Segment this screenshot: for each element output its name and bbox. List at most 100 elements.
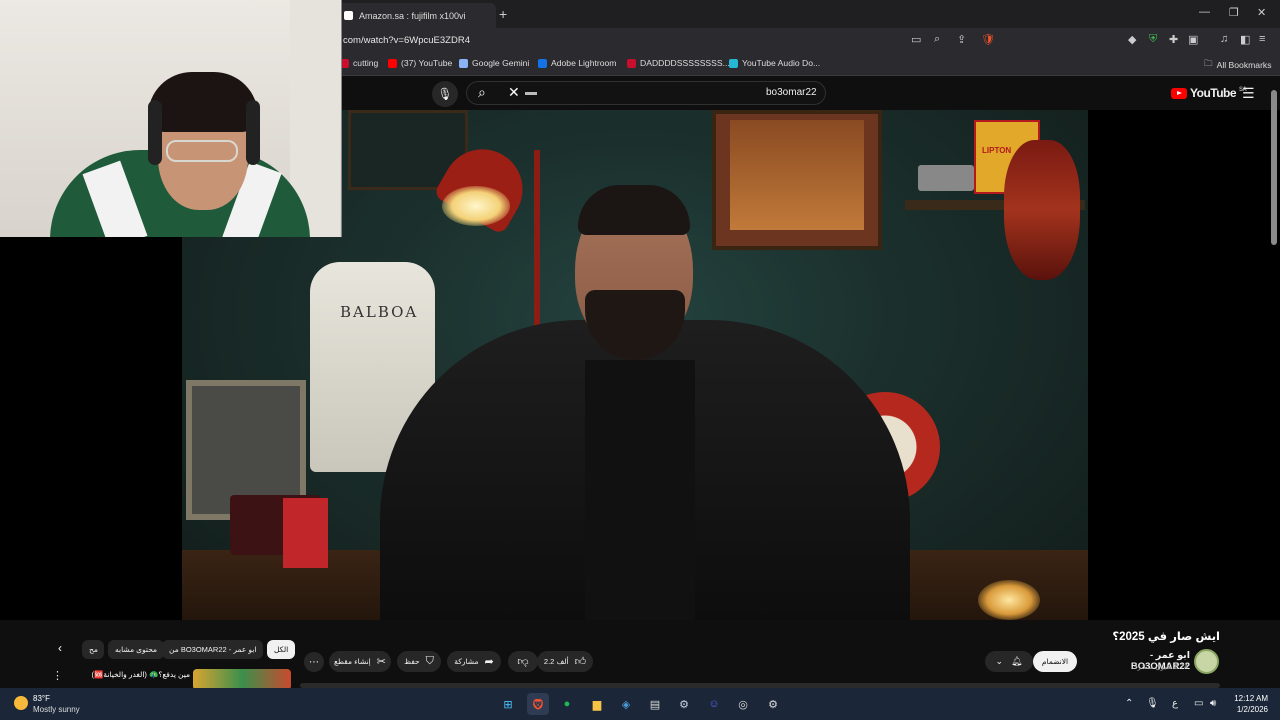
- steam-icon[interactable]: ⚙: [673, 693, 695, 715]
- tray-mic-icon[interactable]: 🎙︎: [1146, 698, 1159, 709]
- clear-search-icon[interactable]: ✕: [508, 84, 520, 101]
- recommended-title[interactable]: مين يدفع؟🦚 (الغدر والخيانة🆘): [92, 670, 190, 679]
- join-button[interactable]: الانضمام: [1033, 651, 1077, 672]
- browser-menu-icon[interactable]: ≡: [1259, 33, 1265, 45]
- save-button[interactable]: حفظ ⛉: [397, 651, 441, 672]
- thumbs-down-icon: 👎︎: [517, 656, 529, 668]
- minimize-icon[interactable]: —: [1199, 6, 1210, 18]
- thumbs-up-icon: 👍︎: [574, 656, 587, 668]
- url-field[interactable]: com/watch?v=6WpcuE3ZDR4: [343, 35, 470, 46]
- headphone-left: [148, 100, 162, 165]
- lightroom-icon: [538, 58, 547, 68]
- bookmark-audio[interactable]: YouTube Audio Do...: [729, 58, 820, 68]
- windows-taskbar: [0, 688, 1280, 720]
- bookmark-youtube[interactable]: (37) YouTube: [388, 58, 452, 68]
- discord-icon[interactable]: ☺: [703, 693, 725, 715]
- tray-chevron-up-icon[interactable]: ⌃: [1125, 698, 1133, 709]
- share-page-icon[interactable]: ⇪: [957, 33, 966, 46]
- browser-tab[interactable]: Amazon.sa : fujifilm x100vi: [336, 3, 496, 28]
- bookmark-lightroom[interactable]: Adobe Lightroom: [538, 58, 616, 68]
- bookmark-daddd[interactable]: DADDDDSSSSSSSS...: [627, 58, 730, 68]
- share-button[interactable]: مشاركة ➦: [447, 651, 501, 672]
- subscribe-bell-button[interactable]: ⌄ 🔔︎: [985, 651, 1033, 672]
- headphone-right: [246, 100, 260, 165]
- clock-date: 1/2/2026: [1236, 705, 1268, 714]
- page-scrollbar[interactable]: [1271, 90, 1277, 245]
- youtube-play-icon: [1171, 87, 1187, 99]
- glasses: [166, 140, 238, 162]
- dislike-button[interactable]: 👎︎: [508, 651, 538, 672]
- bell-icon: 🔔︎: [1011, 656, 1023, 666]
- audio-library-icon: [729, 58, 738, 68]
- gemini-star-icon: [459, 58, 468, 68]
- weather-sun-icon[interactable]: [14, 696, 28, 710]
- network-icon[interactable]: ▭: [1194, 698, 1203, 709]
- youtube-logo-text: YouTube: [1190, 86, 1237, 100]
- bookmark-label: Google Gemini: [472, 58, 530, 68]
- vpn-shield-icon[interactable]: ⛨: [1149, 33, 1157, 46]
- painting-canvas: [730, 120, 864, 230]
- spotify-icon[interactable]: ●: [556, 693, 578, 715]
- chip-related[interactable]: محتوى مشابه: [108, 640, 165, 659]
- taskbar-clock[interactable]: 12:12 AM 1/2/2026: [1220, 693, 1268, 715]
- scissors-icon: ✂: [376, 656, 386, 668]
- hamburger-menu-icon[interactable]: ☰: [1242, 85, 1255, 102]
- bookmark-gemini[interactable]: Google Gemini: [459, 58, 529, 68]
- like-button[interactable]: 2.2 ألف 👍︎: [537, 651, 593, 672]
- brave-browser-icon[interactable]: 🦁︎: [527, 693, 549, 715]
- extension-diamond-icon[interactable]: ◆: [1128, 33, 1136, 46]
- sidebar-panel-icon[interactable]: ▣: [1188, 33, 1198, 46]
- obs-icon[interactable]: ◎: [732, 693, 754, 715]
- webcam-overlay: [0, 0, 342, 237]
- voice-search-mic-icon[interactable]: 🎙: [432, 81, 458, 107]
- search-value: bo3omar22: [766, 87, 817, 98]
- more-actions-button[interactable]: ⋯: [304, 652, 324, 672]
- webcam-hair: [148, 72, 258, 132]
- bookmark-cutting[interactable]: cutting: [340, 58, 378, 68]
- weather-condition[interactable]: Mostly sunny: [33, 705, 80, 714]
- side-panel-icon[interactable]: ◧: [1240, 33, 1250, 46]
- clock-time: 12:12 AM: [1234, 694, 1268, 703]
- clip-label: إنشاء مقطع: [334, 657, 371, 666]
- new-tab-button[interactable]: +: [499, 6, 507, 22]
- davinci-icon[interactable]: ◈: [615, 693, 637, 715]
- clip-button[interactable]: إنشاء مقطع ✂: [329, 651, 391, 672]
- weather-temperature[interactable]: 83°F: [33, 694, 50, 703]
- chip-partial[interactable]: مح: [82, 640, 104, 659]
- recommended-thumbnail[interactable]: [193, 669, 291, 690]
- cast-icon[interactable]: ▭: [911, 33, 921, 46]
- vintage-camera: [918, 165, 974, 191]
- extensions-puzzle-icon[interactable]: ✚: [1169, 33, 1178, 46]
- amazon-favicon-icon: [344, 11, 353, 20]
- recommended-menu-icon[interactable]: ⋮: [52, 669, 63, 682]
- bookmark-label: cutting: [353, 58, 379, 68]
- youtube-favicon-icon: [388, 58, 397, 68]
- all-bookmarks-label: All Bookmarks: [1216, 60, 1272, 70]
- share-arrow-icon: ➦: [484, 656, 494, 668]
- input-language[interactable]: ع: [1172, 698, 1178, 709]
- chip-from-channel[interactable]: من BO3OMAR22 - ابو عمر: [162, 640, 264, 659]
- volume-icon[interactable]: 🔊︎: [1210, 698, 1216, 709]
- search-icon[interactable]: ⌕: [478, 84, 486, 101]
- share-label: مشاركة: [454, 657, 479, 666]
- more-horizontal-icon: ⋯: [309, 656, 319, 668]
- chevron-left-icon[interactable]: ‹: [58, 641, 62, 655]
- epic-games-icon[interactable]: ▤: [644, 693, 666, 715]
- restore-icon[interactable]: ❐: [1229, 6, 1239, 19]
- close-window-icon[interactable]: ✕: [1257, 6, 1266, 19]
- brave-shields-icon[interactable]: 🛡: [981, 33, 995, 46]
- media-music-icon[interactable]: ♫: [1220, 33, 1228, 45]
- all-bookmarks-button[interactable]: 🗀 All Bookmarks: [1204, 58, 1272, 72]
- robe-lettering: BALBOA: [340, 303, 419, 321]
- file-explorer-icon[interactable]: ▆: [586, 693, 608, 715]
- edison-bulb: [978, 580, 1040, 620]
- bookmark-label: Adobe Lightroom: [551, 58, 617, 68]
- film-boxes: [283, 498, 328, 568]
- start-windows-icon[interactable]: ⊞: [497, 693, 519, 715]
- chevron-down-icon: ⌄: [995, 656, 1004, 666]
- youtube-logo[interactable]: YouTube SA: [1171, 86, 1247, 100]
- settings-gear-icon[interactable]: ⚙: [762, 693, 784, 715]
- channel-avatar[interactable]: [1194, 649, 1219, 674]
- chip-all[interactable]: الكل: [267, 640, 296, 659]
- zoom-icon[interactable]: ⌕: [934, 33, 940, 46]
